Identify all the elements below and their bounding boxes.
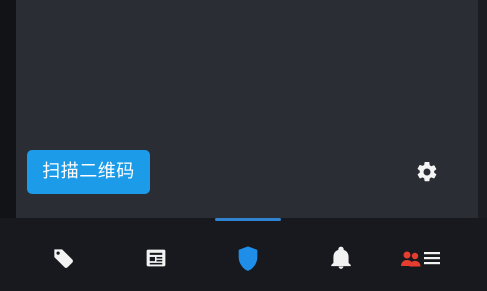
tab-security[interactable] — [213, 218, 283, 291]
user-list-icon — [401, 251, 440, 267]
tab-tags[interactable] — [28, 218, 98, 291]
bell-icon — [331, 246, 351, 269]
shield-icon — [238, 246, 258, 271]
app-screen: 扫描二维码 — [0, 0, 487, 291]
bottom-navigation-bar — [0, 218, 487, 291]
tag-icon — [54, 249, 73, 268]
right-edge — [478, 0, 487, 218]
scan-qr-code-button[interactable]: 扫描二维码 — [27, 150, 150, 194]
news-icon — [146, 249, 166, 267]
tab-notifications[interactable] — [306, 218, 376, 291]
tab-users[interactable] — [387, 218, 457, 291]
left-edge — [0, 0, 16, 218]
gear-icon[interactable] — [415, 160, 439, 184]
tab-news[interactable] — [121, 218, 191, 291]
